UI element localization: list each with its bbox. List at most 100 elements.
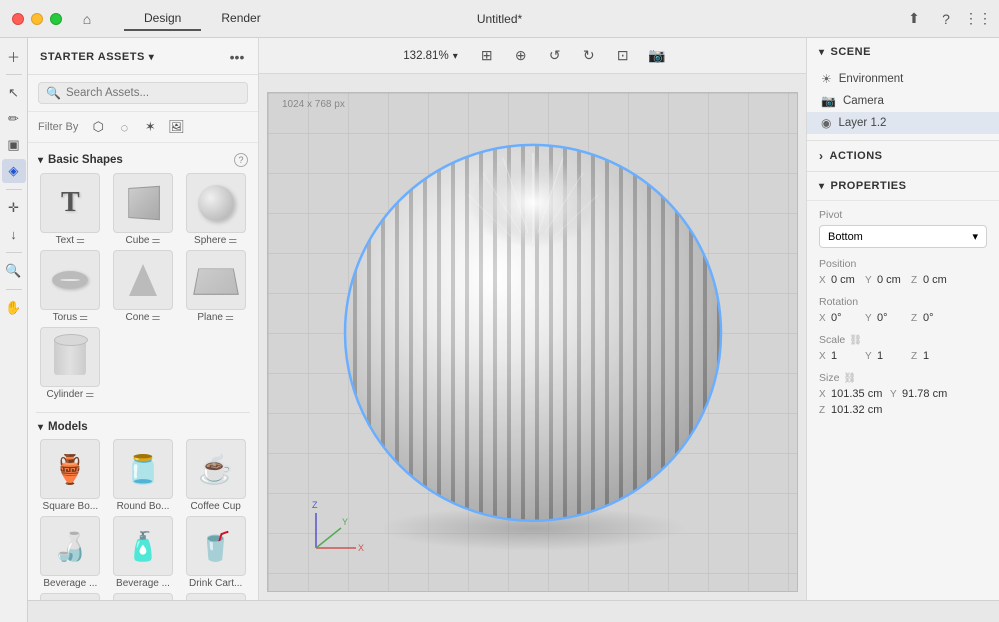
sidebar-more-icon[interactable]: ••• [228, 48, 246, 66]
3d-tool-icon[interactable]: ◈ [2, 159, 26, 183]
shape-tool-icon[interactable]: ▣ [2, 133, 26, 157]
menu-icon[interactable]: ⋮⋮ [969, 10, 987, 28]
scale-row: Scale ⛓ X 1 Y 1 Z [819, 334, 987, 362]
tab-render[interactable]: Render [201, 7, 280, 31]
rotation-y-val: 0° [877, 312, 905, 324]
position-xyz: X 0 cm Y 0 cm Z 0 cm [819, 274, 987, 286]
main-layout: ＋ ↖ ✏ ▣ ◈ ✛ ↓ 🔍 ✋ STARTER ASSETS ••• 🔍 [0, 38, 999, 600]
filter-shape-icon[interactable]: ⬡ [88, 117, 108, 137]
asset-cube[interactable]: Cube ⚌ [109, 173, 178, 246]
asset-cube-label: Cube ⚌ [126, 235, 161, 246]
collapse-icon [38, 154, 43, 166]
add-tool-icon[interactable]: ＋ [2, 44, 26, 68]
zoom-display[interactable]: 132.81% [395, 47, 465, 65]
home-button[interactable]: ⌂ [78, 10, 96, 28]
scale-z-val: 1 [923, 350, 951, 362]
asset-torus[interactable]: Torus ⚌ [36, 250, 105, 323]
model-extra-3[interactable]: 📦 ... [181, 593, 250, 600]
basic-shapes-title: Basic Shapes [38, 154, 123, 166]
camera-btn[interactable]: 📷 [644, 43, 670, 69]
pivot-dropdown-icon: ▾ [972, 230, 978, 243]
section-info-icon[interactable]: ? [234, 153, 248, 167]
model-thumb: 🏺 [40, 439, 100, 499]
minimize-button[interactable] [31, 13, 43, 25]
close-button[interactable] [12, 13, 24, 25]
axes-svg: Z X Y [306, 498, 366, 558]
asset-text[interactable]: T Text ⚌ [36, 173, 105, 246]
size-label: Size ⛓ [819, 372, 987, 384]
share-icon[interactable]: ⬆ [905, 10, 923, 28]
left-toolbar: ＋ ↖ ✏ ▣ ◈ ✛ ↓ 🔍 ✋ [0, 38, 28, 600]
canvas-size-label: 1024 x 768 px [282, 99, 345, 110]
basic-shapes-header[interactable]: Basic Shapes ? [28, 149, 258, 173]
search-icon: 🔍 [46, 86, 61, 100]
asset-text-thumb: T [40, 173, 100, 233]
scene-collapse-icon [819, 46, 825, 58]
coord-axes: Z X Y [306, 498, 366, 561]
scene-header[interactable]: SCENE [807, 38, 999, 66]
pivot-label: Pivot [819, 209, 987, 221]
model-extra-2[interactable]: 🧴 ... [109, 593, 178, 600]
model-coffee-cup[interactable]: ☕ Coffee Cup [181, 439, 250, 512]
rotation-label: Rotation [819, 296, 987, 308]
bottom-bar: ＋ [0, 600, 999, 622]
filter-image-icon[interactable]: 🖼 [166, 117, 186, 137]
asset-sphere-label: Sphere ⚌ [194, 235, 237, 246]
hand-tool-icon[interactable]: ✋ [2, 296, 26, 320]
pivot-select[interactable]: Bottom ▾ [819, 225, 987, 248]
asset-torus-thumb [40, 250, 100, 310]
asset-plane-label: Plane ⚌ [197, 312, 234, 323]
canvas-viewport[interactable]: 1024 x 768 px [259, 74, 806, 600]
asset-plane[interactable]: Plane ⚌ [181, 250, 250, 323]
filter-material-icon[interactable]: ◌ [114, 117, 134, 137]
asset-cube-thumb [113, 173, 173, 233]
maximize-button[interactable] [50, 13, 62, 25]
tab-design[interactable]: Design [124, 7, 201, 31]
sphere-3d-container [343, 143, 723, 526]
rotate-right-btn[interactable]: ↻ [576, 43, 602, 69]
models-header[interactable]: Models [28, 417, 258, 439]
align-tool-btn[interactable]: ⊕ [508, 43, 534, 69]
scene-item-environment[interactable]: ☀ Environment [807, 68, 999, 90]
search-input[interactable] [66, 87, 240, 99]
view-btn[interactable]: ⊡ [610, 43, 636, 69]
props-collapse-icon [819, 180, 825, 192]
size-x: X 101.35 cm [819, 388, 886, 400]
move-tool-icon[interactable]: ✛ [2, 196, 26, 220]
scene-item-camera[interactable]: 📷 Camera [807, 90, 999, 112]
rotate-left-btn[interactable]: ↺ [542, 43, 568, 69]
left-sidebar: STARTER ASSETS ••• 🔍 Filter By ⬡ ◌ ✶ 🖼 [28, 38, 259, 600]
model-thumb: ☕ [186, 439, 246, 499]
help-icon[interactable]: ? [937, 10, 955, 28]
model-beverage-2[interactable]: 🧴 Beverage ... [109, 516, 178, 589]
model-drink-cart[interactable]: 🥤 Drink Cart... [181, 516, 250, 589]
window-title: Untitled* [477, 12, 522, 26]
model-thumb: 🧴 [113, 593, 173, 600]
svg-text:X: X [358, 543, 364, 553]
filter-light-icon[interactable]: ✶ [140, 117, 160, 137]
zoom-dropdown-icon [453, 50, 458, 62]
model-beverage-1[interactable]: 🍶 Beverage ... [36, 516, 105, 589]
pen-tool-icon[interactable]: ✏ [2, 107, 26, 131]
scene-item-layer[interactable]: ◉ Layer 1.2 [807, 112, 999, 134]
sidebar-title[interactable]: STARTER ASSETS [40, 51, 154, 63]
zoom-tool-icon[interactable]: 🔍 [2, 259, 26, 283]
sphere-svg [343, 143, 723, 523]
asset-cylinder[interactable]: Cylinder ⚌ [36, 327, 105, 400]
asset-sphere[interactable]: Sphere ⚌ [181, 173, 250, 246]
svg-text:Y: Y [342, 517, 348, 527]
asset-cone[interactable]: Cone ⚌ [109, 250, 178, 323]
select-tool-icon[interactable]: ↖ [2, 81, 26, 105]
model-extra-1[interactable]: 🛍 ... [36, 593, 105, 600]
models-title: Models [38, 421, 88, 433]
filter-label: Filter By [38, 121, 78, 133]
scale-y-val: 1 [877, 350, 905, 362]
model-label: Drink Cart... [189, 578, 242, 589]
properties-header[interactable]: PROPERTIES [807, 172, 999, 201]
actions-header[interactable]: ACTIONS [807, 141, 999, 171]
position-x: X 0 cm [819, 274, 859, 286]
model-square-bottle[interactable]: 🏺 Square Bo... [36, 439, 105, 512]
frame-tool-btn[interactable]: ⊞ [474, 43, 500, 69]
model-round-bottle[interactable]: 🫙 Round Bo... [109, 439, 178, 512]
download-icon[interactable]: ↓ [2, 222, 26, 246]
